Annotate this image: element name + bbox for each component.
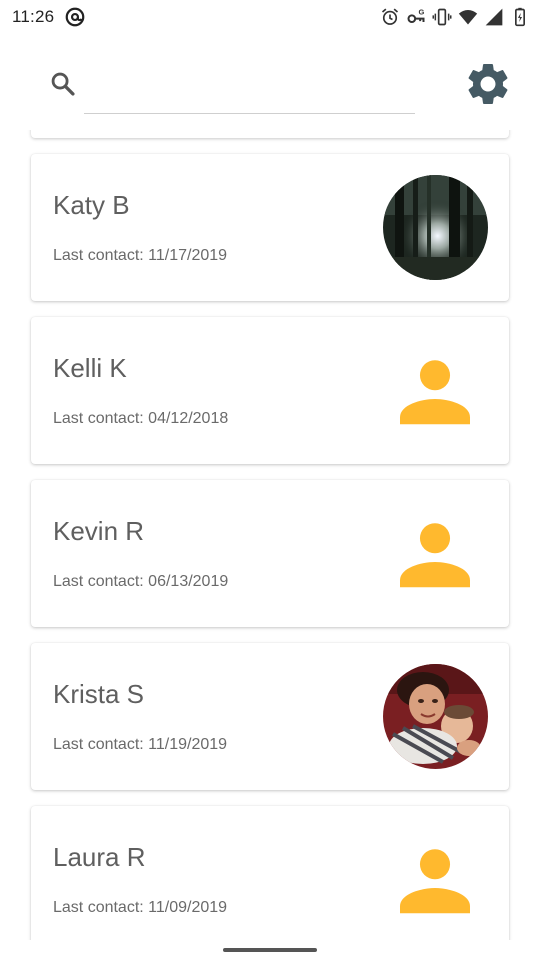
status-icons: G (380, 6, 530, 28)
battery-charging-icon (515, 7, 525, 27)
contact-name: Katy B (53, 190, 130, 220)
wifi-icon (458, 10, 478, 25)
contact-list[interactable]: Katy B Last contact: 11/17/2019 Kelli K … (0, 130, 540, 940)
person-icon (400, 849, 470, 914)
settings-button[interactable] (462, 58, 514, 110)
contact-card[interactable]: Katy B Last contact: 11/17/2019 (31, 154, 509, 301)
person-icon (400, 360, 470, 425)
forest-photo (383, 175, 488, 280)
alarm-icon (381, 8, 399, 25)
signal-icon (485, 8, 503, 26)
contact-card[interactable]: Kelli K Last contact: 04/12/2018 (31, 317, 509, 464)
last-contact: Last contact: 06/13/2019 (53, 573, 228, 591)
last-contact-label: Last contact: (53, 573, 144, 590)
last-contact-date: 11/09/2019 (148, 899, 228, 916)
last-contact-label: Last contact: (53, 247, 144, 264)
contact-name: Kevin R (53, 516, 145, 546)
contact-card[interactable]: Kevin R Last contact: 06/13/2019 (31, 480, 509, 627)
last-contact: Last contact: 11/17/2019 (53, 247, 227, 265)
at-sign-icon (65, 7, 85, 27)
search-icon[interactable] (49, 70, 77, 98)
avatar (383, 664, 488, 769)
vibrate-icon (432, 8, 452, 26)
gear-icon (468, 63, 508, 104)
last-contact: Last contact: 11/09/2019 (53, 899, 227, 917)
gesture-handle[interactable] (223, 948, 317, 952)
contact-name: Krista S (53, 679, 145, 709)
last-contact-label: Last contact: (53, 736, 144, 753)
status-time: 11:26 (12, 7, 55, 26)
last-contact-label: Last contact: (53, 410, 144, 427)
contact-card[interactable]: Laura R Last contact: 11/09/2019 (31, 806, 509, 940)
svg-text:G: G (419, 8, 425, 17)
contact-name: Laura R (53, 842, 146, 872)
last-contact-date: 11/17/2019 (148, 247, 228, 264)
last-contact: Last contact: 04/12/2018 (53, 410, 228, 428)
contact-card[interactable]: Krista S Last contact: 11/19/2019 (31, 643, 509, 790)
contact-card-partial[interactable] (31, 130, 509, 138)
person-icon (400, 523, 470, 588)
status-bar: 11:26 G (0, 0, 540, 34)
last-contact-date: 11/19/2019 (148, 736, 228, 753)
mother-child-photo (383, 664, 488, 769)
search-input[interactable] (84, 68, 415, 114)
last-contact: Last contact: 11/19/2019 (53, 736, 227, 754)
vpn-key-icon: G (407, 8, 425, 23)
last-contact-label: Last contact: (53, 899, 144, 916)
search-header (0, 34, 540, 130)
last-contact-date: 06/13/2019 (148, 573, 229, 590)
navigation-bar (0, 940, 540, 960)
contact-name: Kelli K (53, 353, 127, 383)
last-contact-date: 04/12/2018 (148, 410, 229, 427)
avatar (383, 175, 488, 280)
